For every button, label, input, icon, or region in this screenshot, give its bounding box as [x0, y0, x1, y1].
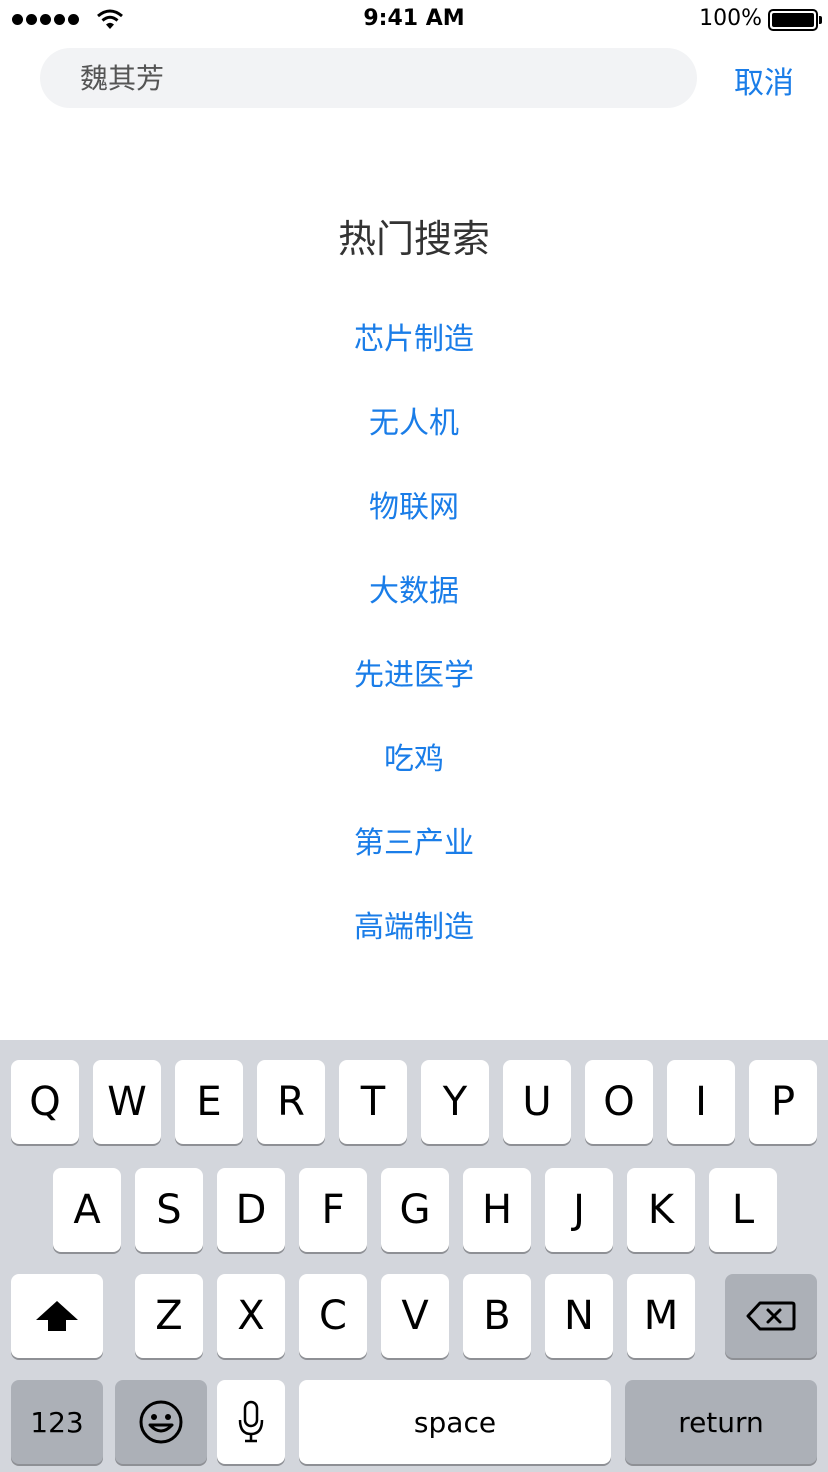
hot-search-item[interactable]: 大数据 — [0, 568, 828, 652]
return-key[interactable]: return — [625, 1380, 817, 1464]
delete-icon — [746, 1301, 796, 1331]
key-r[interactable]: R — [257, 1060, 325, 1144]
key-n[interactable]: N — [545, 1274, 613, 1358]
key-b[interactable]: B — [463, 1274, 531, 1358]
key-p[interactable]: P — [749, 1060, 817, 1144]
shift-key[interactable] — [11, 1274, 103, 1358]
key-l[interactable]: L — [709, 1168, 777, 1252]
battery-percent: 100% — [699, 6, 762, 31]
key-z[interactable]: Z — [135, 1274, 203, 1358]
hot-search-item[interactable]: 芯片制造 — [0, 316, 828, 400]
hot-search-title: 热门搜索 — [337, 217, 490, 261]
key-t[interactable]: T — [339, 1060, 407, 1144]
key-o[interactable]: O — [585, 1060, 653, 1144]
key-q[interactable]: Q — [11, 1060, 79, 1144]
key-m[interactable]: M — [627, 1274, 695, 1358]
key-a[interactable]: A — [53, 1168, 121, 1252]
key-f[interactable]: F — [299, 1168, 367, 1252]
key-g[interactable]: G — [381, 1168, 449, 1252]
shift-icon — [36, 1301, 78, 1331]
emoji-key[interactable] — [115, 1380, 207, 1464]
search-input[interactable] — [80, 61, 697, 95]
key-k[interactable]: K — [627, 1168, 695, 1252]
dictation-key[interactable] — [217, 1380, 285, 1464]
hot-search-item[interactable]: 吃鸡 — [0, 736, 828, 820]
key-h[interactable]: H — [463, 1168, 531, 1252]
hot-search-item[interactable]: 高端制造 — [0, 904, 828, 988]
hot-search-list: 芯片制造 无人机 物联网 大数据 先进医学 吃鸡 第三产业 高端制造 — [0, 316, 828, 988]
key-x[interactable]: X — [217, 1274, 285, 1358]
hot-search-item[interactable]: 无人机 — [0, 400, 828, 484]
battery-icon — [768, 9, 822, 31]
hot-search-item[interactable]: 物联网 — [0, 484, 828, 568]
hot-search-item[interactable]: 第三产业 — [0, 820, 828, 904]
key-i[interactable]: I — [667, 1060, 735, 1144]
key-y[interactable]: Y — [421, 1060, 489, 1144]
numbers-key[interactable]: 123 — [11, 1380, 103, 1464]
search-screen: 9:41 AM 100% 取消 热门搜索 芯片制造 无人机 物联网 大数据 先进… — [0, 0, 828, 1472]
key-d[interactable]: D — [217, 1168, 285, 1252]
key-j[interactable]: J — [545, 1168, 613, 1252]
emoji-icon — [139, 1400, 183, 1444]
key-s[interactable]: S — [135, 1168, 203, 1252]
cancel-button[interactable]: 取消 — [734, 58, 794, 102]
key-w[interactable]: W — [93, 1060, 161, 1144]
search-box — [40, 48, 697, 108]
delete-key[interactable] — [725, 1274, 817, 1358]
hot-search-item[interactable]: 先进医学 — [0, 652, 828, 736]
keyboard: Q W E R T Y U O I P A S D F G H J K L Z … — [0, 1040, 828, 1472]
key-e[interactable]: E — [175, 1060, 243, 1144]
key-v[interactable]: V — [381, 1274, 449, 1358]
key-c[interactable]: C — [299, 1274, 367, 1358]
key-u[interactable]: U — [503, 1060, 571, 1144]
microphone-icon — [238, 1400, 264, 1443]
status-bar: 9:41 AM 100% — [0, 0, 828, 40]
space-key[interactable]: space — [299, 1380, 611, 1464]
